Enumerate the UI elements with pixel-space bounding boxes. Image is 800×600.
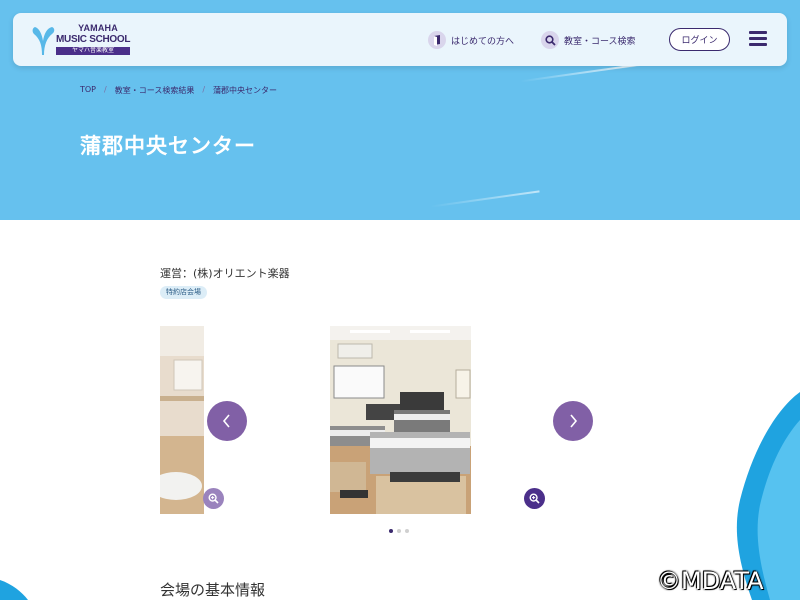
breadcrumb-current: 蒲郡中央センター — [213, 86, 278, 95]
operator-text: 運営：(株)オリエント楽器 — [160, 267, 290, 280]
chevron-left-icon — [222, 414, 230, 428]
nav-search-label: 教室・コース検索 — [564, 36, 636, 47]
hamburger-menu-icon[interactable] — [749, 31, 767, 47]
breadcrumb: TOP / 教室・コース検索結果 / 蒲郡中央センター — [80, 85, 277, 96]
classroom-photo-next — [538, 326, 546, 514]
carousel-dot[interactable] — [405, 529, 409, 533]
classroom-photo-prev — [160, 326, 204, 514]
breadcrumb-separator: / — [104, 85, 107, 94]
carousel-prev-button[interactable] — [207, 401, 247, 441]
nav-search[interactable]: 教室・コース検索 — [541, 30, 636, 50]
basic-info-heading: 会場の基本情報 — [160, 581, 266, 599]
watermark-text: ©MDATA — [657, 567, 764, 595]
hero-streak — [430, 190, 540, 208]
carousel-slide-prev[interactable] — [160, 326, 204, 514]
dealer-badge: 特約店会場 — [160, 286, 207, 299]
login-button[interactable]: ログイン — [669, 28, 730, 51]
brand-line2: MUSIC SCHOOL — [56, 34, 131, 45]
breadcrumb-search-results[interactable]: 教室・コース検索結果 — [115, 85, 195, 96]
page-title: 蒲郡中央センター — [80, 134, 256, 158]
carousel-dot[interactable] — [397, 529, 401, 533]
book-icon — [428, 31, 446, 49]
carousel-slide-main[interactable] — [330, 326, 471, 514]
nav-first-time-label: はじめての方へ — [451, 36, 515, 47]
chevron-right-icon — [570, 414, 578, 428]
zoom-icon — [529, 493, 540, 504]
brand-line1: YAMAHA — [78, 23, 118, 33]
carousel-dot[interactable] — [389, 529, 393, 533]
zoom-button-prev[interactable] — [203, 488, 224, 509]
carousel-pagination — [389, 529, 409, 533]
classroom-photo-main — [330, 326, 471, 514]
yamaha-logo-mark-icon — [32, 27, 55, 55]
search-icon — [541, 31, 559, 49]
zoom-button-main[interactable] — [524, 488, 545, 509]
breadcrumb-top[interactable]: TOP — [80, 85, 96, 96]
carousel-next-button[interactable] — [553, 401, 593, 441]
breadcrumb-separator: / — [202, 85, 206, 94]
site-logo[interactable]: YAMAHA MUSIC SCHOOL ヤマハ音楽教室 — [31, 23, 141, 57]
site-header: YAMAHA MUSIC SCHOOL ヤマハ音楽教室 はじめての方へ 教室・コ… — [13, 13, 787, 66]
nav-first-time[interactable]: はじめての方へ — [428, 30, 514, 50]
carousel-slide-next[interactable] — [538, 326, 546, 514]
zoom-icon — [208, 493, 219, 504]
brand-line3: ヤマハ音楽教室 — [56, 47, 130, 55]
